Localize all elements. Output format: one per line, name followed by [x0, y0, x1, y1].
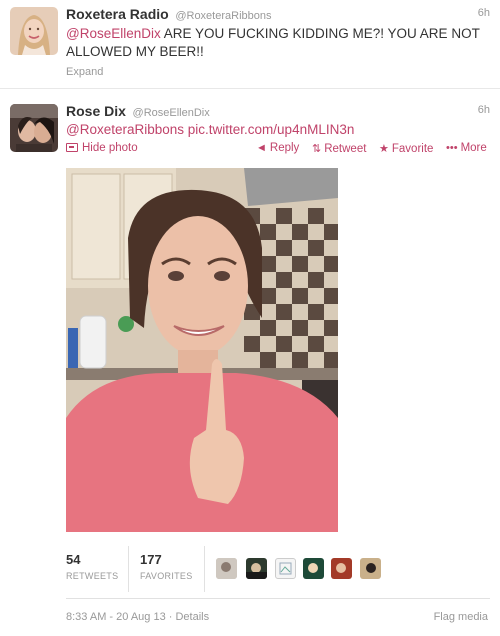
favorite-button[interactable]: ★ Favorite: [379, 142, 433, 155]
avatar[interactable]: [10, 104, 58, 152]
tweet-stats: 54 RETWEETS 177 FAVORITES: [66, 546, 490, 592]
retweets-label: RETWEETS: [66, 571, 119, 581]
hide-photo-button[interactable]: Hide photo: [66, 142, 138, 154]
favoriter-avatar-image: [216, 558, 237, 579]
avatar[interactable]: [10, 7, 58, 55]
more-button[interactable]: ••• More: [446, 142, 487, 154]
hide-photo-label: Hide photo: [82, 142, 138, 154]
retweet-button[interactable]: ⇅ Retweet: [312, 142, 366, 155]
tweet-timestamp: 8:33 AM - 20 Aug 13: [66, 611, 166, 623]
stats-divider: [204, 546, 205, 592]
favorites-stat[interactable]: 177 FAVORITES: [140, 552, 193, 581]
favoriter-avatar[interactable]: [246, 558, 267, 579]
favoriter-avatar[interactable]: [331, 558, 352, 579]
broken-image-icon: [279, 562, 292, 575]
tweet-text: @RoxeteraRibbons pic.twitter.com/up4nMLI…: [66, 121, 488, 139]
tweet-time[interactable]: 6h: [478, 104, 490, 116]
author-fullname[interactable]: Roxetera Radio: [66, 6, 169, 22]
author-username[interactable]: @RoseEllenDix: [133, 107, 210, 119]
favoriter-avatar[interactable]: [216, 558, 237, 579]
avatar-image: [10, 104, 58, 152]
tweet-photo[interactable]: [66, 168, 338, 532]
details-link[interactable]: Details: [175, 611, 209, 623]
expand-link[interactable]: Expand: [66, 66, 103, 78]
more-dots-icon: •••: [446, 142, 458, 154]
favorite-label: Favorite: [391, 143, 434, 155]
tweet-footer: 8:33 AM - 20 Aug 13 · Details Flag media: [66, 611, 490, 623]
stats-divider: [128, 546, 129, 592]
photo-link[interactable]: pic.twitter.com/up4nMLIN3n: [188, 122, 355, 137]
retweet-icon: ⇅: [312, 143, 322, 155]
retweets-stat[interactable]: 54 RETWEETS: [66, 552, 118, 581]
reply-button[interactable]: ◄ Reply: [256, 142, 299, 154]
footer-divider: [66, 598, 490, 599]
photo-icon: [66, 143, 78, 152]
author-username[interactable]: @RoxeteraRibbons: [175, 10, 271, 22]
favoriter-avatar[interactable]: [303, 558, 324, 579]
more-label: More: [460, 142, 487, 154]
favoriter-avatar-image: [331, 558, 352, 579]
favoriter-avatar-image: [303, 558, 324, 579]
mention-link[interactable]: @RoseEllenDix: [66, 26, 161, 41]
avatar-image: [10, 7, 58, 55]
author-fullname[interactable]: Rose Dix: [66, 103, 126, 119]
tweet-actions: Hide photo ◄ Reply ⇅ Retweet ★ Favorite •••…: [66, 142, 490, 158]
reply-label: Reply: [269, 142, 300, 154]
favoriter-avatar[interactable]: [360, 558, 381, 579]
mention-link[interactable]: @RoxeteraRibbons: [66, 122, 184, 137]
flag-media-link[interactable]: Flag media: [434, 611, 488, 623]
tweet-header: Roxetera Radio @RoxeteraRibbons 6h: [66, 6, 490, 24]
favoriter-avatar-image: [360, 558, 381, 579]
favorites-count: 177: [140, 552, 162, 567]
tweet-photo-image: [66, 168, 338, 532]
favoriter-avatar-placeholder[interactable]: [275, 558, 296, 579]
favoriter-avatar-image: [246, 558, 267, 579]
star-icon: ★: [379, 143, 389, 155]
footer-separator: ·: [165, 611, 176, 623]
reply-arrow-icon: ◄: [256, 142, 267, 154]
tweet-header: Rose Dix @RoseEllenDix 6h: [66, 103, 490, 121]
retweet-label: Retweet: [324, 143, 367, 155]
retweets-count: 54: [66, 552, 81, 567]
tweet-text: @RoseEllenDix ARE YOU FUCKING KIDDING ME…: [66, 25, 488, 61]
tweet-roxetera[interactable]: Roxetera Radio @RoxeteraRibbons 6h @Rose…: [0, 0, 500, 89]
favorites-label: FAVORITES: [140, 571, 193, 581]
tweet-time[interactable]: 6h: [478, 7, 490, 19]
tweet-rose-dix[interactable]: Rose Dix @RoseEllenDix 6h @RoxeteraRibbo…: [0, 89, 500, 636]
